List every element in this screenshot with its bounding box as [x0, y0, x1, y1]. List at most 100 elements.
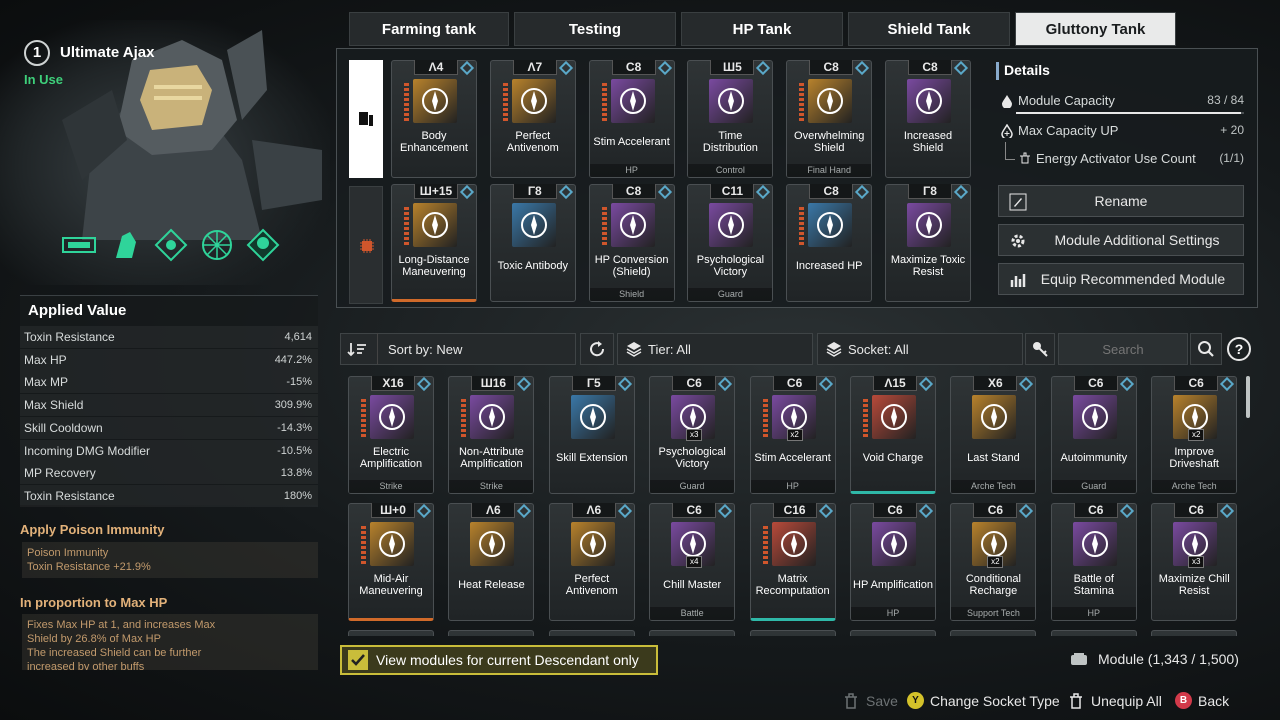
module-card[interactable]: [649, 630, 736, 636]
module-card[interactable]: C6 x3 Maximize Chill Resist: [1151, 503, 1238, 621]
rename-button[interactable]: Rename: [998, 185, 1244, 217]
change-socket-type-button[interactable]: Y Change Socket Type: [907, 692, 1060, 709]
module-icon: [511, 79, 556, 123]
socket-filter[interactable]: Socket: All: [817, 333, 1023, 365]
module-card[interactable]: Ш+0 Mid-Air Maneuvering: [348, 503, 434, 621]
stat-label: Toxin Resistance: [24, 330, 115, 344]
module-card[interactable]: Λ15 Void Charge: [850, 376, 936, 494]
module-card[interactable]: C6 HP Amplification HP: [850, 503, 936, 621]
module-icon: [1072, 395, 1117, 439]
back-label: Back: [1198, 692, 1230, 709]
socket-row-2[interactable]: [349, 186, 383, 304]
module-card[interactable]: C6 x2 Conditional Recharge Support Tech: [950, 503, 1037, 621]
level-bars: [404, 83, 409, 123]
module-card[interactable]: C6 Autoimmunity Guard: [1050, 376, 1137, 494]
module-card[interactable]: X6 Last Stand Arche Tech: [950, 376, 1037, 494]
module-capacity-badge: Ш16: [471, 376, 516, 391]
search-input[interactable]: [1058, 333, 1188, 365]
socket-diamond-icon: [416, 503, 432, 519]
search-button[interactable]: [1190, 333, 1222, 365]
module-name: Maximize Toxic Resist: [890, 254, 966, 278]
module-card[interactable]: Λ7 Perfect Antivenom: [489, 60, 576, 178]
tab-gluttony-tank[interactable]: Gluttony Tank: [1015, 12, 1176, 46]
module-card[interactable]: C11 Psychological Victory Guard: [687, 184, 774, 302]
module-card[interactable]: C16 Matrix Recomputation: [749, 503, 836, 621]
reset-filter-button[interactable]: [580, 333, 614, 365]
equip-recommended-module-button[interactable]: Equip Recommended Module: [998, 263, 1244, 295]
view-current-descendant-label: View modules for current Descendant only: [376, 652, 639, 668]
module-card[interactable]: Λ6 Perfect Antivenom: [548, 503, 635, 621]
module-card[interactable]: C6 x3 Psychological Victory Guard: [649, 376, 736, 494]
applied-stat-row: Incoming DMG Modifier -10.5%: [20, 439, 318, 462]
module-card[interactable]: [1050, 630, 1137, 636]
module-card[interactable]: C6 x2 Stim Accelerant HP: [749, 376, 836, 494]
module-capacity-badge: C8: [809, 184, 854, 199]
module-card[interactable]: Ш16 Non-Attribute Amplification Strike: [448, 376, 535, 494]
module-name: Conditional Recharge: [965, 573, 1021, 597]
module-card[interactable]: [348, 630, 434, 636]
module-card[interactable]: [950, 630, 1037, 636]
tab-farming-tank[interactable]: Farming tank: [349, 12, 509, 46]
module-card[interactable]: Ш5 Time Distribution Control: [687, 60, 774, 178]
module-card[interactable]: X16 Electric Amplification Strike: [348, 376, 434, 494]
module-card[interactable]: Γ8 Maximize Toxic Resist: [885, 184, 971, 302]
module-card[interactable]: C8 Stim Accelerant HP: [588, 60, 675, 178]
skill-2-icon[interactable]: [108, 228, 142, 262]
module-capacity-badge: C6: [772, 376, 817, 391]
view-current-descendant-toggle[interactable]: View modules for current Descendant only: [340, 645, 658, 675]
module-card[interactable]: [749, 630, 836, 636]
skill-5-icon[interactable]: [246, 228, 280, 262]
skill-4-icon[interactable]: [200, 228, 234, 262]
tab-testing[interactable]: Testing: [514, 12, 676, 46]
tab-hp-tank[interactable]: HP Tank: [681, 12, 843, 46]
module-card[interactable]: Γ5 Skill Extension: [548, 376, 635, 494]
save-button[interactable]: Save: [842, 692, 898, 710]
module-card[interactable]: C8 HP Conversion (Shield) Shield: [588, 184, 675, 302]
module-card[interactable]: Γ8 Toxic Antibody: [489, 184, 576, 302]
module-card[interactable]: C8 Increased HP: [786, 184, 873, 302]
proportion-line: Fixes Max HP at 1, and increases Max: [27, 619, 216, 631]
applied-stat-row: Toxin Resistance 4,614: [20, 326, 318, 348]
socket-label: Socket: All: [848, 341, 909, 357]
loadout-slot-number: 1: [24, 40, 50, 66]
skill-3-icon[interactable]: [154, 228, 188, 262]
socket-row-1[interactable]: [349, 60, 383, 178]
module-class: Arche Tech: [951, 480, 1036, 493]
proportion-box: Fixes Max HP at 1, and increases Max Shi…: [22, 614, 318, 670]
module-name: Heat Release: [458, 579, 525, 591]
stack-count-badge: x3: [686, 429, 703, 441]
module-card[interactable]: C8 Increased Shield: [885, 60, 971, 178]
module-card[interactable]: C6 Battle of Stamina HP: [1050, 503, 1137, 621]
tree-connector: [1005, 142, 1015, 160]
skill-1-icon[interactable]: [62, 228, 96, 262]
key-filter-button[interactable]: [1025, 333, 1055, 365]
module-class: HP: [750, 480, 835, 493]
module-icon: [972, 395, 1017, 439]
module-capacity-badge: C6: [1174, 503, 1219, 518]
level-bars: [863, 399, 868, 439]
help-button[interactable]: ?: [1227, 337, 1251, 361]
level-bars: [799, 207, 805, 247]
module-card[interactable]: C6 x2 Improve Driveshaft Arche Tech: [1151, 376, 1238, 494]
module-card[interactable]: Λ4 Body Enhancement: [391, 60, 477, 178]
level-bars: [404, 207, 409, 247]
unequip-all-button[interactable]: Unequip All: [1067, 692, 1162, 710]
module-capacity-badge: C8: [611, 184, 656, 199]
module-name: Body Enhancement: [400, 130, 468, 154]
module-card[interactable]: [548, 630, 635, 636]
module-card[interactable]: Ш+15 Long-Distance Maneuvering: [391, 184, 477, 302]
module-list-scrollbar[interactable]: [1246, 376, 1250, 418]
module-card[interactable]: Λ6 Heat Release: [448, 503, 535, 621]
max-capacity-value: + 20: [1220, 123, 1244, 137]
module-card[interactable]: [1151, 630, 1238, 636]
module-name: Electric Amplification: [359, 446, 423, 470]
module-card[interactable]: [448, 630, 535, 636]
sort-dropdown[interactable]: Sort by: New: [340, 333, 576, 365]
module-card[interactable]: [850, 630, 936, 636]
module-card[interactable]: C8 Overwhelming Shield Final Hand: [786, 60, 873, 178]
module-card[interactable]: C6 x4 Chill Master Battle: [649, 503, 736, 621]
tab-shield-tank[interactable]: Shield Tank: [848, 12, 1010, 46]
tier-filter[interactable]: Tier: All: [617, 333, 813, 365]
module-additional-settings-button[interactable]: Module Additional Settings: [998, 224, 1244, 256]
back-button[interactable]: B Back: [1175, 692, 1229, 709]
